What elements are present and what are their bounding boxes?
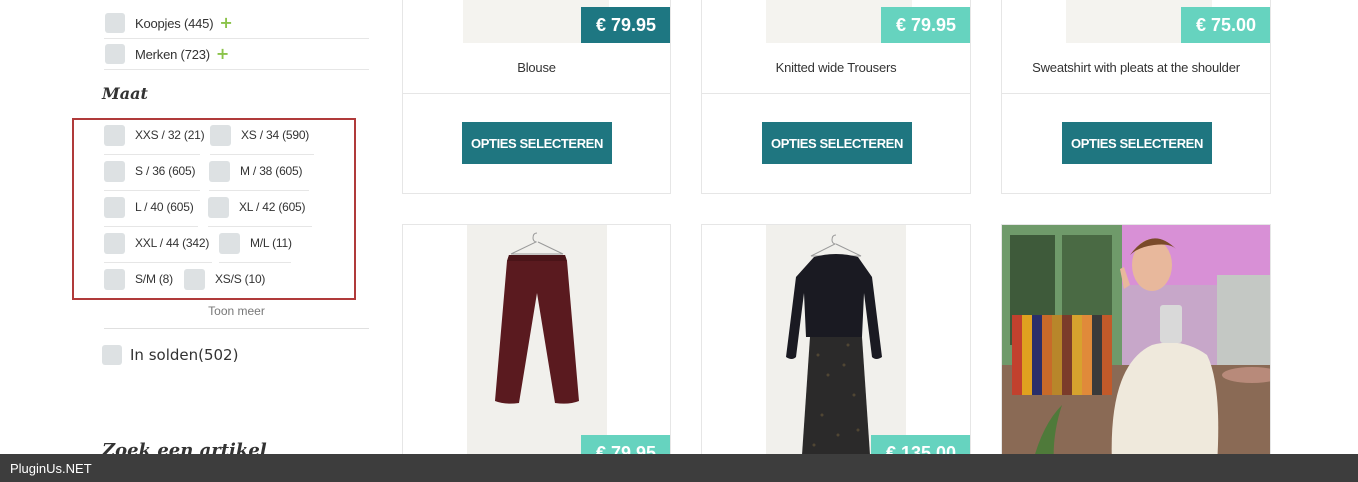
size-option-l[interactable]: L / 40 (605)	[104, 189, 194, 225]
size-option-xxs[interactable]: XXS / 32 (21)	[104, 117, 205, 153]
trousers-illustration	[495, 232, 579, 404]
divider	[403, 93, 670, 94]
divider	[702, 93, 970, 94]
checkbox[interactable]	[210, 124, 231, 146]
size-label: M / 38 (605)	[240, 164, 303, 178]
product-name[interactable]: Knitted wide Trousers	[702, 60, 970, 75]
size-option-xs[interactable]: XS / 34 (590)	[210, 117, 309, 153]
category-item-merken[interactable]: Merken (723) +	[104, 39, 369, 70]
checkbox[interactable]	[219, 232, 240, 254]
checkbox[interactable]	[184, 268, 205, 290]
product-card[interactable]	[1001, 224, 1271, 464]
sale-filter[interactable]: In solden(502)	[102, 345, 238, 365]
expand-plus-icon[interactable]: +	[219, 15, 232, 31]
checkbox[interactable]	[104, 232, 125, 254]
product-image-photo[interactable]	[1002, 225, 1270, 463]
filter-sidebar: Koopjes (445) + Merken (723) + Maat XXS …	[0, 0, 390, 482]
size-label: XS / 34 (590)	[241, 128, 310, 142]
checkbox[interactable]	[104, 124, 125, 146]
divider	[104, 328, 369, 329]
product-card[interactable]: € 79.95	[402, 224, 671, 464]
checkbox[interactable]	[105, 44, 125, 64]
dress-illustration	[786, 234, 882, 455]
price-badge: € 79.95	[581, 7, 670, 43]
product-card[interactable]: € 79.95 Knitted wide Trousers OPTIES SEL…	[701, 0, 971, 194]
size-label: L / 40 (605)	[135, 200, 194, 214]
size-label: XXL / 44 (342)	[135, 236, 210, 250]
product-card[interactable]: € 79.95 Blouse OPTIES SELECTEREN	[402, 0, 671, 194]
size-label: S / 36 (605)	[135, 164, 196, 178]
product-name[interactable]: Sweatshirt with pleats at the shoulder	[1002, 60, 1270, 75]
sale-label: In solden(502)	[130, 346, 239, 364]
page: Koopjes (445) + Merken (723) + Maat XXS …	[0, 0, 1358, 482]
size-option-ml[interactable]: M/L (11)	[219, 225, 292, 261]
checkbox[interactable]	[105, 13, 125, 33]
category-label: Koopjes (445)	[135, 15, 214, 31]
size-option-xl[interactable]: XL / 42 (605)	[208, 189, 306, 225]
category-label: Merken (723)	[135, 46, 210, 62]
show-more-link[interactable]: Toon meer	[104, 304, 369, 318]
checkbox[interactable]	[104, 268, 125, 290]
select-options-button[interactable]: OPTIES SELECTEREN	[762, 122, 912, 164]
size-option-sm[interactable]: S/M (8)	[104, 261, 173, 297]
size-label: XXS / 32 (21)	[135, 128, 205, 142]
divider	[1002, 93, 1270, 94]
size-option-s[interactable]: S / 36 (605)	[104, 153, 196, 189]
product-card[interactable]: € 75.00 Sweatshirt with pleats at the sh…	[1001, 0, 1271, 194]
select-options-button[interactable]: OPTIES SELECTEREN	[462, 122, 612, 164]
checkbox[interactable]	[208, 196, 229, 218]
size-label: M/L (11)	[250, 236, 292, 250]
size-filter-title: Maat	[102, 84, 148, 103]
size-label: S/M (8)	[135, 272, 173, 286]
select-options-button[interactable]: OPTIES SELECTEREN	[1062, 122, 1212, 164]
price-badge: € 79.95	[881, 7, 970, 43]
size-option-xxl[interactable]: XXL / 44 (342)	[104, 225, 209, 261]
product-name[interactable]: Blouse	[403, 60, 670, 75]
size-label: XS/S (10)	[215, 272, 266, 286]
store-selfie-photo	[1002, 225, 1270, 463]
size-label: XL / 42 (605)	[239, 200, 306, 214]
checkbox[interactable]	[209, 160, 230, 182]
expand-plus-icon[interactable]: +	[216, 46, 229, 62]
size-option-xss[interactable]: XS/S (10)	[184, 261, 265, 297]
footer-bar: PluginUs.NET	[0, 454, 1358, 482]
price-badge: € 75.00	[1181, 7, 1270, 43]
checkbox[interactable]	[102, 345, 122, 365]
category-item-koopjes[interactable]: Koopjes (445) +	[104, 8, 369, 39]
footer-brand[interactable]: PluginUs.NET	[10, 461, 92, 476]
product-image-dress[interactable]	[766, 225, 906, 463]
checkbox[interactable]	[104, 160, 125, 182]
product-image-trousers[interactable]	[467, 225, 607, 463]
checkbox[interactable]	[104, 196, 125, 218]
product-card[interactable]: € 135.00	[701, 224, 971, 464]
size-option-m[interactable]: M / 38 (605)	[209, 153, 302, 189]
